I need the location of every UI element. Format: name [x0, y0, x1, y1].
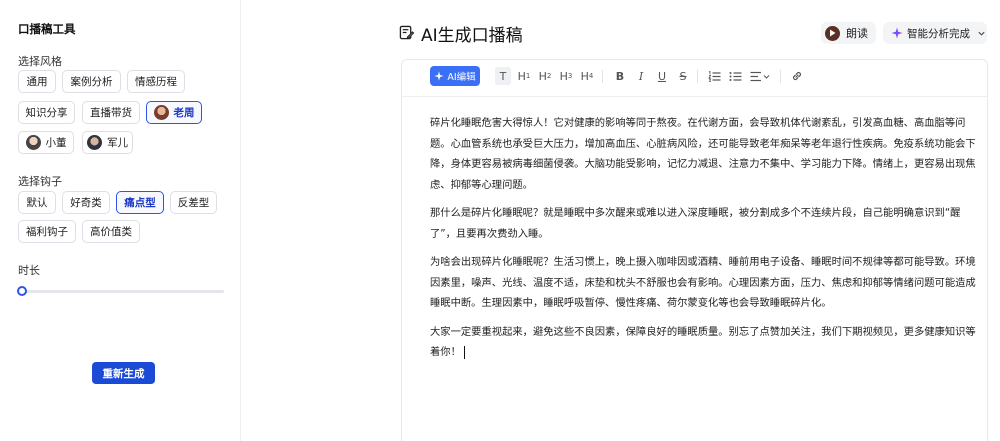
- align-left-icon: [750, 71, 770, 81]
- smart-analysis-dropdown[interactable]: 智能分析完成: [883, 22, 987, 44]
- smart-analysis-label: 智能分析完成: [907, 27, 970, 40]
- script-content[interactable]: 碎片化睡眠危害大得惊人！它对健康的影响等同于熬夜。在代谢方面，会导致机体代谢紊乱…: [430, 113, 978, 371]
- ordered-list-button[interactable]: [706, 67, 722, 85]
- script-paragraph-2: 那什么是碎片化睡眠呢？就是睡眠中多次醒来或难以进入深度睡眠，被分割成多个不连续片…: [430, 207, 961, 240]
- hook-chip-high-value[interactable]: 高价值类: [82, 220, 140, 243]
- hook-section-label: 选择钩子: [18, 175, 62, 188]
- script-editor: AI编辑 T H1 H2 H3 H4 B I U S 碎片化睡眠危害大得惊人！它…: [401, 59, 988, 441]
- heading3-button[interactable]: H3: [558, 67, 574, 85]
- laozhou-avatar: [153, 105, 169, 120]
- toolbar-divider: [780, 70, 781, 83]
- heading4-button[interactable]: H4: [579, 67, 595, 85]
- heading2-button[interactable]: H2: [537, 67, 553, 85]
- underline-button[interactable]: U: [654, 67, 670, 85]
- heading-letter: H: [517, 69, 526, 83]
- read-aloud-button[interactable]: 朗读: [821, 22, 876, 44]
- link-icon: [792, 71, 802, 81]
- duration-slider-thumb[interactable]: [17, 286, 27, 296]
- heading-level: 2: [546, 72, 552, 80]
- tool-sidebar: 口播稿工具 选择风格 通用 案例分析 情感历程 知识分享 直播带货 老周 小董 …: [0, 0, 241, 441]
- heading-level: 3: [567, 72, 573, 80]
- editor-toolbar: AI编辑 T H1 H2 H3 H4 B I U S: [402, 60, 987, 97]
- sidebar-title: 口播稿工具: [18, 22, 76, 36]
- heading-letter: H: [580, 69, 589, 83]
- toolbar-divider: [602, 70, 603, 83]
- style-chip-juner[interactable]: 军儿: [82, 131, 133, 154]
- script-paragraph-3: 为啥会出现碎片化睡眠呢？生活习惯上，晚上摄入咖啡因或酒精、睡前用电子设备、睡眠时…: [430, 256, 976, 309]
- document-edit-icon: [399, 25, 414, 40]
- hook-chip-default[interactable]: 默认: [18, 191, 56, 214]
- script-paragraph-4: 大家一定要重视起来，避免这些不良因素，保障良好的睡眠质量。别忘了点赞加关注，我们…: [430, 325, 976, 359]
- style-chip-laozhou[interactable]: 老周: [146, 101, 202, 124]
- heading1-button[interactable]: H1: [516, 67, 532, 85]
- xiaodong-avatar: [25, 135, 41, 150]
- play-icon: [825, 25, 840, 41]
- style-chip-label: 老周: [173, 107, 195, 119]
- page-title: AI生成口播稿: [421, 26, 523, 46]
- ordered-list-icon: [707, 70, 720, 82]
- ai-edit-label: AI编辑: [447, 72, 476, 83]
- hook-chip-benefit[interactable]: 福利钩子: [18, 220, 76, 243]
- align-dropdown-button[interactable]: [748, 67, 772, 85]
- link-button[interactable]: [789, 67, 805, 85]
- ai-edit-button[interactable]: AI编辑: [430, 66, 480, 86]
- juner-avatar: [87, 135, 102, 150]
- style-chip-case-analysis[interactable]: 案例分析: [62, 70, 121, 93]
- style-chip-knowledge[interactable]: 知识分享: [18, 101, 75, 124]
- bullet-list-button[interactable]: [727, 67, 743, 85]
- sparkle-icon: [434, 71, 444, 81]
- style-chip-general[interactable]: 通用: [18, 70, 56, 93]
- bullet-list-icon: [729, 71, 741, 81]
- style-chip-label: 小董: [45, 137, 67, 149]
- hook-chip-pain-point[interactable]: 痛点型: [116, 191, 164, 214]
- heading-letter: H: [559, 69, 568, 83]
- duration-label: 时长: [18, 264, 40, 277]
- heading-level: 4: [588, 72, 594, 80]
- sparkle-icon: [891, 27, 903, 39]
- heading-level: 1: [525, 72, 531, 80]
- style-chip-live-selling[interactable]: 直播带货: [82, 101, 140, 124]
- strikethrough-button[interactable]: S: [675, 67, 691, 85]
- duration-slider-track[interactable]: [22, 290, 224, 293]
- text-cursor: [463, 345, 465, 359]
- style-chip-xiaodong[interactable]: 小董: [18, 131, 74, 154]
- paragraph-text-button[interactable]: T: [495, 67, 511, 85]
- style-chip-emotional[interactable]: 情感历程: [127, 70, 185, 93]
- heading-letter: H: [538, 69, 547, 83]
- regenerate-button[interactable]: 重新生成: [92, 362, 155, 384]
- italic-button[interactable]: I: [633, 67, 649, 85]
- chevron-down-icon: [978, 31, 985, 36]
- script-paragraph-4-wrap: 大家一定要重视起来，避免这些不良因素，保障良好的睡眠质量。别忘了点赞加关注，我们…: [430, 322, 978, 363]
- style-chip-label: 军儿: [107, 137, 128, 149]
- bold-button[interactable]: B: [612, 67, 628, 85]
- hook-chip-curiosity[interactable]: 好奇类: [62, 191, 110, 214]
- read-aloud-label: 朗读: [846, 27, 868, 40]
- script-paragraph-1: 碎片化睡眠危害大得惊人！它对健康的影响等同于熬夜。在代谢方面，会导致机体代谢紊乱…: [430, 117, 976, 191]
- hook-chip-contrast[interactable]: 反差型: [170, 191, 217, 214]
- style-section-label: 选择风格: [18, 55, 62, 68]
- toolbar-divider: [697, 70, 698, 83]
